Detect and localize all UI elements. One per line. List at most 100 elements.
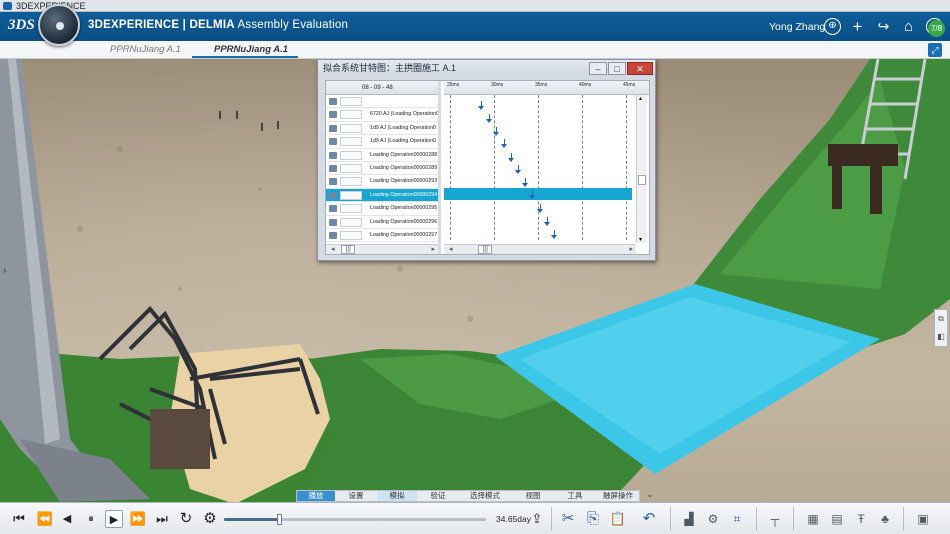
hscroll-left-arrow-icon[interactable]: ◂ bbox=[449, 246, 453, 253]
robot-tool-icon[interactable]: ⚙ bbox=[704, 510, 722, 528]
scroll-down-arrow-icon[interactable]: ▾ bbox=[639, 236, 642, 243]
resource-tool-icon[interactable]: ▦ bbox=[804, 510, 822, 528]
tree-tool-icon[interactable]: ♣ bbox=[876, 510, 894, 528]
user-icon[interactable]: ⊕ bbox=[824, 18, 841, 35]
action-tab[interactable]: 视图 bbox=[513, 491, 553, 501]
gantt-list-row[interactable]: 6720 AJ (Loading Operation0 bbox=[326, 108, 438, 122]
minimize-button[interactable]: – bbox=[589, 62, 607, 75]
action-tab[interactable]: 设置 bbox=[337, 491, 375, 501]
scroll-up-arrow-icon[interactable]: ▴ bbox=[639, 95, 642, 102]
action-tab[interactable]: 选择模式 bbox=[459, 491, 511, 501]
gantt-list-row[interactable]: Loading Operation00000293 AJ bbox=[326, 175, 438, 189]
gantt-list-row[interactable]: Loading Operation00000294 AJ bbox=[326, 188, 441, 203]
row-label: Loading Operation00000294 AJ bbox=[370, 191, 441, 198]
step-forward-button[interactable]: ⏩ bbox=[129, 510, 147, 528]
row-checkbox[interactable] bbox=[340, 230, 362, 240]
status-badge[interactable]: 7/8 bbox=[928, 20, 945, 37]
row-checkbox[interactable] bbox=[340, 217, 362, 227]
gantt-list-row[interactable]: Loading Operation00000289 AJ bbox=[326, 162, 438, 176]
ds-logo: 3DS bbox=[8, 17, 35, 33]
gantt-list-row[interactable]: Loading Operation00000295 AJ bbox=[326, 202, 438, 216]
assembly-tool-icon[interactable]: ▟ bbox=[680, 510, 698, 528]
settings-gear-icon[interactable]: ⚙ bbox=[201, 510, 219, 528]
pause-button[interactable]: ⏸ bbox=[82, 510, 100, 528]
gantt-list-row[interactable]: 1d9 AJ (Loading Operation0 bbox=[326, 135, 438, 149]
play-backward-button[interactable]: ◀ bbox=[58, 510, 76, 528]
loop-button[interactable]: ↻ bbox=[177, 510, 195, 528]
row-checkbox[interactable] bbox=[340, 123, 362, 133]
time-gridline bbox=[582, 95, 583, 240]
gantt-list-row[interactable]: Loading Operation00000297 AJ bbox=[326, 229, 438, 243]
collapse-chevron-icon[interactable]: ⌄ bbox=[646, 489, 654, 500]
action-tab[interactable]: 模拟 bbox=[377, 491, 417, 501]
grid-tool-icon[interactable]: ⌗ bbox=[728, 510, 746, 528]
add-icon[interactable]: + bbox=[849, 18, 866, 35]
export-icon[interactable]: ⇪ bbox=[528, 510, 546, 528]
row-label: Loading Operation00000288 AJ bbox=[370, 151, 441, 158]
row-checkbox[interactable] bbox=[340, 204, 362, 214]
close-button[interactable]: ✕ bbox=[627, 62, 653, 75]
cut-icon[interactable]: ✂ bbox=[559, 510, 577, 528]
row-checkbox[interactable] bbox=[340, 137, 362, 147]
action-tab[interactable]: 验证 bbox=[419, 491, 457, 501]
copy-icon[interactable]: ⎘ bbox=[584, 510, 602, 528]
operation-icon bbox=[329, 231, 337, 239]
operation-icon bbox=[329, 191, 337, 199]
timeline-slider[interactable] bbox=[224, 514, 486, 525]
gantt-list-row[interactable] bbox=[326, 95, 438, 109]
gantt-horizontal-scrollbar[interactable]: ◂ ||| ▸ bbox=[444, 244, 636, 254]
side-tool-icon-2[interactable]: ◧ bbox=[935, 328, 947, 346]
row-checkbox[interactable] bbox=[340, 150, 362, 160]
maximize-button[interactable]: □ bbox=[608, 62, 626, 75]
scroll-left-arrow-icon[interactable]: ◂ bbox=[331, 246, 335, 253]
hscroll-right-arrow-icon[interactable]: ▸ bbox=[629, 245, 633, 254]
scroll-right-arrow-icon[interactable]: ▸ bbox=[431, 245, 435, 254]
tab-document-2[interactable]: PPRNuJiang A.1 bbox=[214, 44, 288, 55]
3d-viewport[interactable]: › ⧉ ◧ 拟合系统甘特图：主拱圈施工 A.1 – □ ✕ 08 - 09 - 48… bbox=[0, 59, 950, 502]
row-checkbox[interactable] bbox=[340, 97, 362, 106]
gantt-list-row[interactable]: Loading Operation00000296 AJ bbox=[326, 216, 438, 229]
gantt-list-row[interactable]: Loading Operation00000288 AJ bbox=[326, 149, 438, 162]
time-tick-label: 45ms bbox=[623, 82, 636, 88]
panel-toggle-icon[interactable]: ▣ bbox=[914, 510, 932, 528]
app-name: Assembly Evaluation bbox=[237, 19, 349, 31]
home-icon[interactable]: ⌂ bbox=[900, 18, 917, 35]
paste-icon[interactable]: 📋 bbox=[609, 510, 627, 528]
gantt-selected-row[interactable] bbox=[444, 188, 632, 200]
play-button[interactable]: ▶ bbox=[105, 510, 123, 528]
row-label: 1d9 AJ (Loading Operation0 bbox=[370, 124, 436, 131]
row-checkbox[interactable] bbox=[340, 110, 362, 120]
gantt-vertical-scrollbar[interactable]: ▴ ▾ bbox=[636, 95, 647, 243]
toolbar-separator bbox=[793, 507, 794, 531]
tab-document-1[interactable]: PPRNuJiang A.1 bbox=[110, 44, 181, 55]
row-checkbox[interactable] bbox=[340, 177, 362, 187]
action-tab[interactable]: 播放 bbox=[297, 491, 335, 501]
undo-icon[interactable]: ↶ bbox=[640, 510, 658, 528]
list-horizontal-scrollbar[interactable]: ◂ ||| ▸ bbox=[326, 244, 438, 254]
product-tool-icon[interactable]: ▤ bbox=[828, 510, 846, 528]
gantt-chart[interactable]: 25ms 30ms 35ms 40ms 45ms ▴ ▾ ◂ ||| ▸ bbox=[444, 81, 649, 254]
jump-to-end-button[interactable]: ⏭ bbox=[153, 510, 171, 528]
share-icon[interactable]: ↪ bbox=[875, 18, 892, 35]
row-checkbox[interactable] bbox=[340, 163, 362, 173]
action-tab[interactable]: 工具 bbox=[555, 491, 595, 501]
gantt-window-titlebar[interactable]: 拟合系统甘特图：主拱圈施工 A.1 – □ ✕ bbox=[318, 60, 655, 76]
list-scroll-thumb[interactable]: ||| bbox=[341, 245, 355, 254]
gantt-hscroll-thumb[interactable]: ||| bbox=[478, 245, 492, 254]
row-checkbox[interactable] bbox=[340, 190, 362, 200]
compass-widget[interactable] bbox=[38, 4, 80, 46]
step-back-button[interactable]: ⏪ bbox=[36, 510, 54, 528]
text-tool-icon[interactable]: Ŧ bbox=[852, 510, 870, 528]
side-tool-icon-1[interactable]: ⧉ bbox=[935, 310, 947, 328]
expand-icon[interactable]: ⤢ bbox=[928, 43, 942, 57]
user-name[interactable]: Yong Zhang bbox=[769, 21, 825, 33]
gantt-list-row[interactable]: 1d9 AJ (Loading Operation0 bbox=[326, 122, 438, 136]
left-panel-arrow-icon[interactable]: › bbox=[3, 265, 6, 276]
jump-to-start-button[interactable]: ⏮ bbox=[10, 510, 28, 528]
gantt-vscroll-thumb[interactable] bbox=[638, 175, 646, 185]
gantt-body: 08 - 09 - 48 6720 AJ (Loading Operation0… bbox=[325, 80, 650, 255]
timeline-slider-thumb[interactable] bbox=[277, 514, 282, 525]
action-tab[interactable]: 触屏操作 bbox=[597, 491, 639, 501]
crane-tool-icon[interactable]: ┬ bbox=[766, 510, 784, 528]
operation-icon bbox=[329, 111, 337, 119]
